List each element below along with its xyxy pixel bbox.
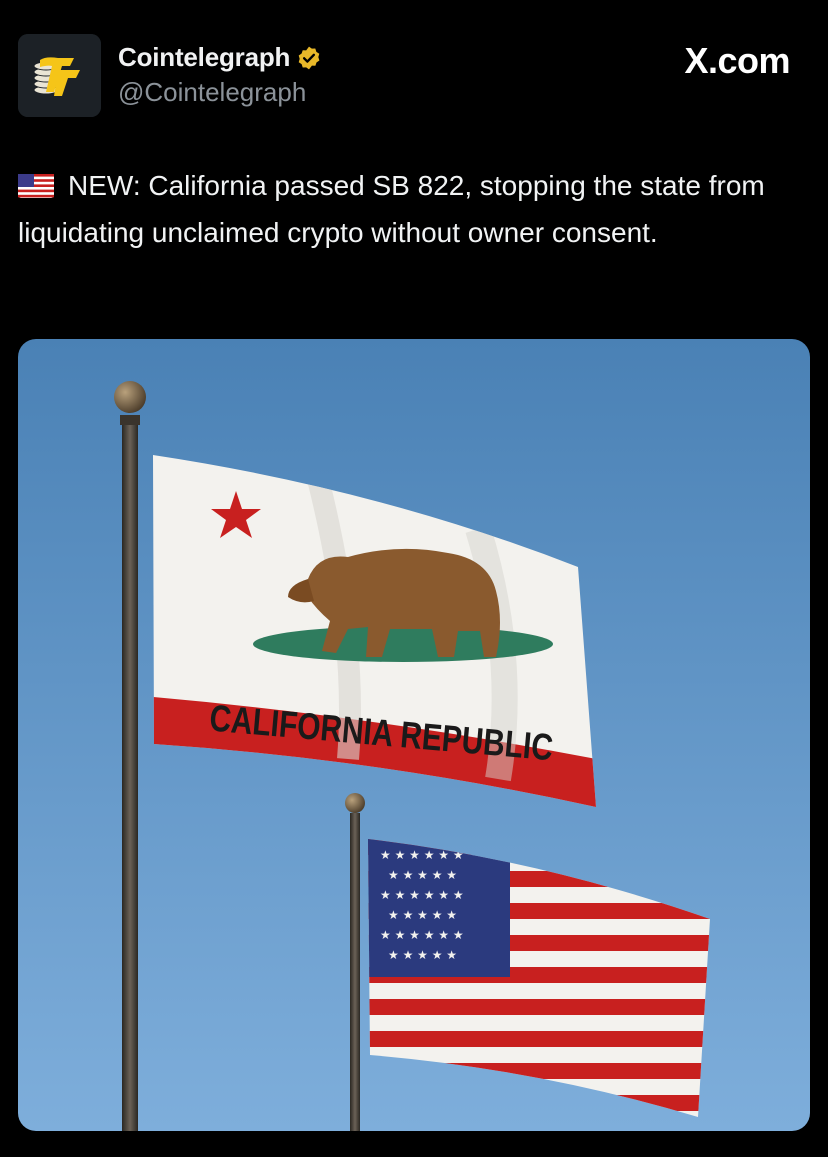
account-avatar[interactable]	[18, 34, 101, 117]
svg-text:★ ★ ★ ★ ★ ★: ★ ★ ★ ★ ★ ★	[380, 888, 464, 902]
tweet-header: Cointelegraph @Cointelegraph X.com	[18, 34, 790, 118]
svg-text:★ ★ ★ ★ ★: ★ ★ ★ ★ ★	[388, 868, 457, 882]
svg-text:★ ★ ★ ★ ★ ★: ★ ★ ★ ★ ★ ★	[380, 928, 464, 942]
tweet-body: NEW: California passed SB 822, stopping …	[18, 170, 765, 248]
us-flag-emoji-icon	[18, 167, 54, 211]
cointelegraph-logo-icon	[18, 34, 101, 117]
tweet-text: NEW: California passed SB 822, stopping …	[18, 164, 808, 255]
display-name[interactable]: Cointelegraph	[118, 42, 290, 73]
account-handle[interactable]: @Cointelegraph	[118, 77, 322, 108]
svg-text:★ ★ ★ ★ ★: ★ ★ ★ ★ ★	[388, 948, 457, 962]
svg-text:★ ★ ★ ★ ★: ★ ★ ★ ★ ★	[388, 908, 457, 922]
verified-badge-icon	[296, 45, 322, 71]
tweet-media-image[interactable]: CALIFORNIA REPUBLIC ★ ★ ★ ★ ★ ★ ★ ★ ★ ★ …	[18, 339, 810, 1131]
x-com-logo: X.com	[684, 40, 790, 81]
